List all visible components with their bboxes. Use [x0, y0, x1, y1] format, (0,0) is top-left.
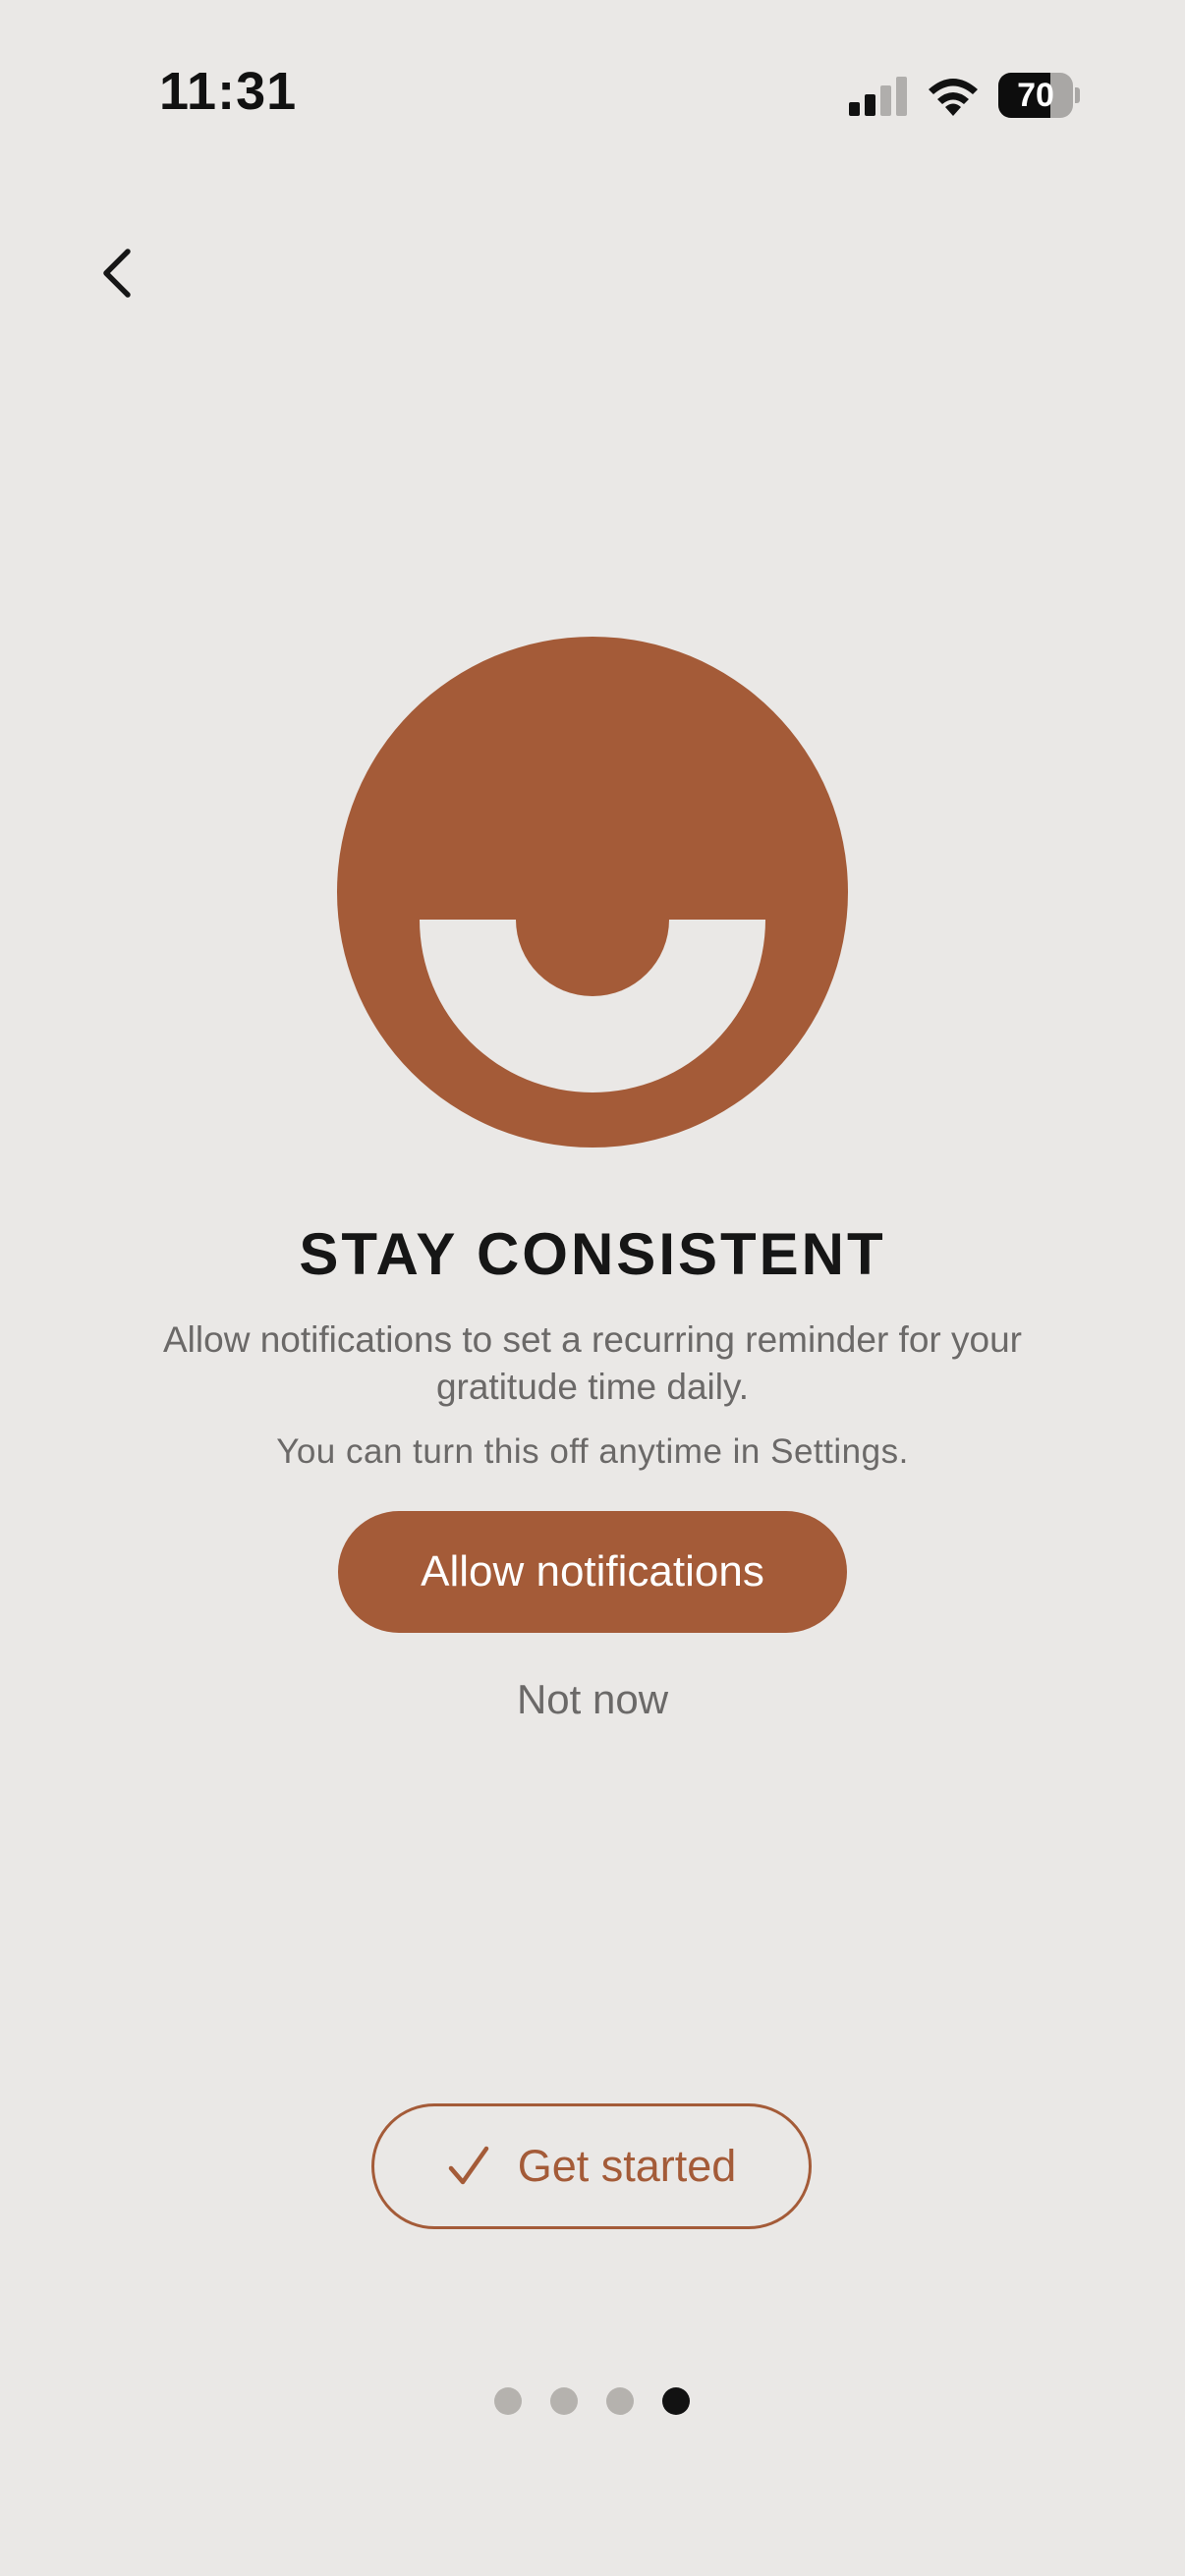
signal-bar-4	[896, 77, 907, 116]
wifi-icon	[929, 79, 978, 116]
signal-bar-2	[865, 94, 875, 116]
signal-bar-3	[880, 85, 891, 116]
half-smile-circle-icon	[337, 637, 848, 1148]
allow-notifications-button[interactable]: Allow notifications	[338, 1511, 847, 1633]
status-time: 11:31	[159, 62, 298, 121]
signal-bar-1	[849, 102, 860, 116]
battery-level: 70	[1017, 77, 1054, 114]
cellular-signal-icon	[849, 77, 907, 116]
page-dot-1[interactable]	[494, 2387, 522, 2415]
battery-body: 70	[998, 73, 1073, 118]
page-title: STAY CONSISTENT	[299, 1221, 886, 1287]
description-text: Allow notifications to set a recurring r…	[163, 1319, 1022, 1407]
battery-indicator: 70	[998, 73, 1081, 118]
checkmark-icon	[448, 2146, 488, 2185]
onboarding-screen: 11:31 70 STAY CONSISTENT Allow notificat…	[0, 0, 1185, 2576]
not-now-button[interactable]: Not now	[445, 1670, 740, 1729]
chevron-left-icon	[103, 249, 131, 298]
get-started-button[interactable]: Get started	[371, 2103, 812, 2229]
page-dot-4[interactable]	[662, 2387, 690, 2415]
settings-note: You can turn this off anytime in Setting…	[276, 1432, 909, 1471]
battery-cap	[1075, 87, 1080, 103]
page-indicator	[494, 2387, 691, 2417]
page-dot-2[interactable]	[550, 2387, 578, 2415]
back-button[interactable]	[88, 234, 157, 312]
get-started-label: Get started	[517, 2141, 737, 2191]
page-dot-3[interactable]	[606, 2387, 634, 2415]
